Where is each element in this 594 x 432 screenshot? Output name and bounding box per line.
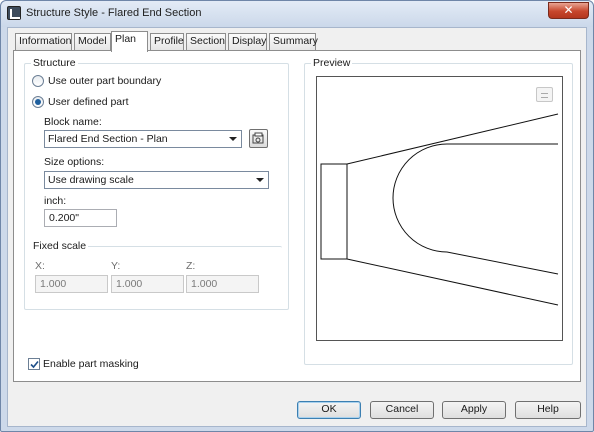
z-scale-input[interactable]: 1.000: [186, 275, 259, 293]
browse-block-icon: [252, 132, 264, 144]
dialog-window: Structure Style - Flared End Section ✕ I…: [0, 0, 594, 432]
fixed-scale-title: Fixed scale: [31, 240, 89, 252]
preview-group-title: Preview: [311, 57, 353, 69]
tab-information[interactable]: Information: [15, 33, 72, 51]
tab-plan[interactable]: Plan: [111, 31, 148, 52]
close-button[interactable]: ✕: [548, 2, 589, 19]
fixed-scale-group: Fixed scale X: 1.000 Y: 1.000 Z: 1.000: [31, 240, 282, 305]
ok-button[interactable]: OK: [297, 401, 361, 419]
apply-button[interactable]: Apply: [442, 401, 506, 419]
x-scale-input[interactable]: 1.000: [35, 275, 108, 293]
window-title: Structure Style - Flared End Section: [26, 7, 202, 19]
outer-boundary-radio-row[interactable]: Use outer part boundary: [32, 75, 161, 87]
inch-label: inch:: [44, 195, 67, 207]
cancel-button[interactable]: Cancel: [370, 401, 434, 419]
enable-masking-row[interactable]: Enable part masking: [28, 358, 139, 370]
plan-tab-pane: Structure Use outer part boundary User d…: [13, 50, 581, 382]
help-button[interactable]: Help: [515, 401, 581, 419]
size-options-label: Size options:: [44, 156, 105, 168]
z-label: Z:: [186, 260, 196, 272]
structure-group-title: Structure: [31, 57, 78, 69]
browse-block-button[interactable]: [249, 129, 268, 148]
preview-canvas: [316, 76, 563, 341]
chevron-down-icon: [229, 137, 237, 141]
outer-boundary-label: Use outer part boundary: [48, 75, 162, 87]
dialog-client: Information Model Plan Profile Section D…: [7, 27, 587, 427]
tab-section[interactable]: Section: [186, 33, 226, 51]
block-name-label: Block name:: [44, 116, 102, 128]
size-options-select[interactable]: Use drawing scale: [44, 171, 269, 189]
chevron-down-icon: [256, 178, 264, 182]
inch-input[interactable]: 0.200": [44, 209, 117, 227]
enable-masking-label: Enable part masking: [43, 358, 139, 370]
y-scale-input[interactable]: 1.000: [111, 275, 184, 293]
tab-model[interactable]: Model: [74, 33, 111, 51]
tab-profile[interactable]: Profile: [150, 33, 184, 51]
flared-end-section-drawing: [320, 113, 559, 306]
preview-group: Preview: [304, 57, 573, 365]
y-label: Y:: [111, 260, 121, 272]
tab-summary[interactable]: Summary: [269, 33, 318, 51]
structure-group: Structure Use outer part boundary User d…: [24, 57, 289, 310]
x-label: X:: [35, 260, 45, 272]
title-bar: Structure Style - Flared End Section ✕: [1, 1, 593, 27]
outer-boundary-radio[interactable]: [32, 75, 44, 87]
checkmark-icon: [30, 360, 39, 369]
block-name-value: Flared End Section - Plan: [48, 133, 168, 145]
autocad-app-icon: [7, 6, 21, 20]
enable-masking-checkbox[interactable]: [28, 358, 40, 370]
size-options-value: Use drawing scale: [48, 174, 134, 186]
tab-display[interactable]: Display: [228, 33, 267, 51]
block-name-select[interactable]: Flared End Section - Plan: [44, 130, 242, 148]
